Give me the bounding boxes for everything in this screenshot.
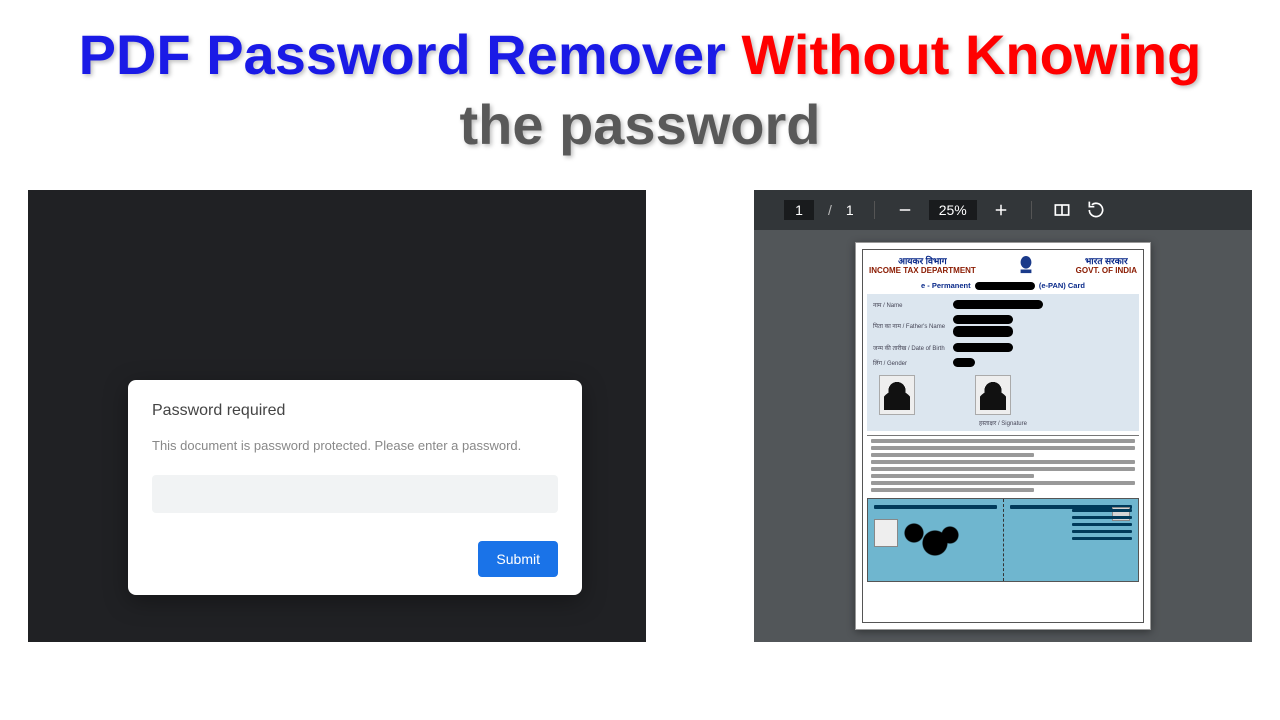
document-content: आयकर विभाग INCOME TAX DEPARTMENT भारत सर… [862,249,1144,623]
card-photo [874,519,898,547]
zoom-level[interactable]: 25% [929,200,977,220]
submit-button[interactable]: Submit [478,541,558,577]
unlocked-pdf-viewer: 1 / 1 25% [754,190,1252,642]
redacted-value [953,358,975,367]
holder-photo [879,375,915,415]
redacted-value [953,326,1013,337]
document-area[interactable]: आयकर विभाग INCOME TAX DEPARTMENT भारत सर… [754,230,1252,642]
redacted-value [953,315,1013,324]
doc-subtitle: e - Permanent (e-PAN) Card [863,281,1143,290]
title-segment-2: Without Knowing [742,23,1202,86]
card-front [868,499,1003,581]
detail-row: पिता का नाम / Father's Name [873,315,1133,337]
toolbar-divider [874,201,875,219]
detail-row: जन्म की तारीख / Date of Birth [873,343,1133,352]
redacted-scribble [902,521,962,561]
toolbar-divider [1031,201,1032,219]
redacted-text [975,282,1035,290]
page-separator: / [828,202,832,218]
note-line [871,467,1135,471]
page-title-area: PDF Password Remover Without Knowing the… [0,0,1280,170]
zoom-in-icon[interactable] [991,200,1011,220]
panels-row: Password required This document is passw… [0,170,1280,642]
card-header-line [874,505,997,509]
note-line [871,474,1034,478]
label-father: पिता का नाम / Father's Name [873,322,953,330]
note-line [871,453,1034,457]
label-signature: हस्ताक्षर / Signature [873,419,1133,427]
dialog-message: This document is password protected. Ple… [152,438,558,453]
dialog-heading: Password required [152,402,558,420]
redacted-value [953,343,1013,352]
notes-block [867,435,1139,492]
page-title: PDF Password Remover Without Knowing the… [40,20,1240,160]
subtitle-suffix: (e-PAN) Card [1039,281,1085,290]
emblem-icon [1017,254,1035,276]
title-segment-1: PDF Password Remover [79,23,742,86]
password-input[interactable] [152,475,558,513]
subtitle-prefix: e - Permanent [921,281,971,290]
password-dialog: Password required This document is passw… [128,380,582,595]
note-line [871,481,1135,485]
redacted-value [953,300,1043,309]
detail-row: लिंग / Gender [873,358,1133,367]
detail-row: नाम / Name [873,300,1133,309]
doc-header: आयकर विभाग INCOME TAX DEPARTMENT भारत सर… [863,250,1143,278]
note-line [871,439,1135,443]
details-block: नाम / Name पिता का नाम / Father's Name ज… [867,294,1139,431]
title-segment-3: the password [460,93,821,156]
note-line [871,488,1034,492]
holder-signature-image [975,375,1011,415]
label-name: नाम / Name [873,301,953,309]
header-left-eng: INCOME TAX DEPARTMENT [869,267,976,276]
fit-page-icon[interactable] [1052,200,1072,220]
dialog-actions: Submit [152,541,558,577]
page-total: 1 [846,202,854,218]
card-back [1003,499,1139,581]
photo-row [873,373,1133,417]
document-page: आयकर विभाग INCOME TAX DEPARTMENT भारत सर… [855,242,1151,630]
rotate-icon[interactable] [1086,200,1106,220]
card-cutout [867,498,1139,582]
header-right-eng: GOVT. OF INDIA [1076,267,1137,276]
note-line [871,446,1135,450]
label-gender: लिंग / Gender [873,359,953,367]
zoom-out-icon[interactable] [895,200,915,220]
locked-pdf-viewer: Password required This document is passw… [28,190,646,642]
page-current[interactable]: 1 [784,200,814,220]
header-right: भारत सरकार GOVT. OF INDIA [1076,257,1137,276]
label-dob: जन्म की तारीख / Date of Birth [873,344,953,352]
viewer-toolbar: 1 / 1 25% [754,190,1252,230]
header-left: आयकर विभाग INCOME TAX DEPARTMENT [869,257,976,276]
note-line [871,460,1135,464]
card-text-lines [1072,509,1132,544]
